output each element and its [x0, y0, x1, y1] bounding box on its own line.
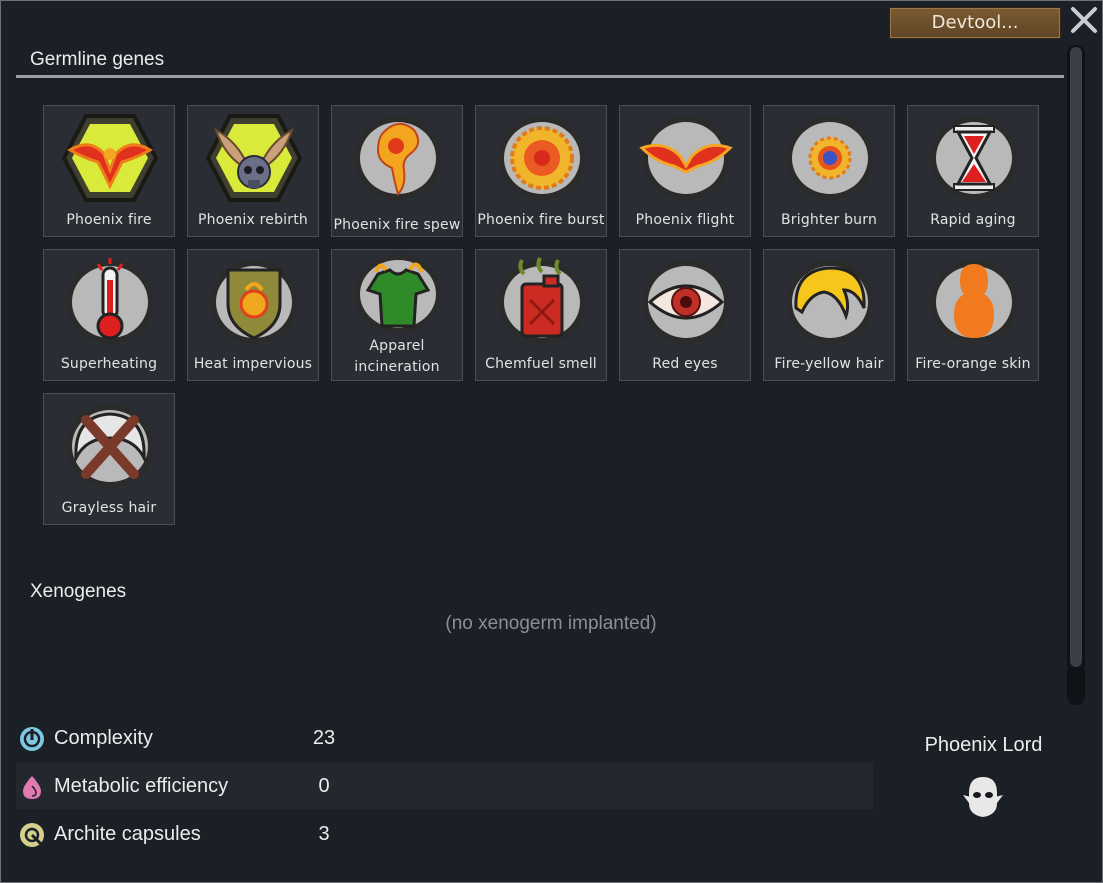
gene-label: Red eyes: [652, 356, 718, 372]
burning-shirt-icon: [354, 254, 442, 334]
gene-label: Phoenix fire: [66, 212, 152, 228]
gene-label: Fire-orange skin: [915, 356, 1031, 372]
gene-tile-superheating[interactable]: Superheating: [43, 249, 175, 381]
gene-label: Fire-yellow hair: [774, 356, 884, 372]
gene-tile-phoenix-rebirth[interactable]: Phoenix rebirth: [187, 105, 319, 237]
gene-label: Phoenix fire spew: [333, 217, 461, 233]
grayless-hair-icon: [66, 404, 154, 488]
gene-label: Rapid aging: [930, 212, 1016, 228]
heat-shield-icon: [210, 260, 298, 344]
gene-tile-phoenix-fire-spew[interactable]: Phoenix fire spew: [331, 105, 463, 237]
gene-tile-heat-impervious[interactable]: Heat impervious: [187, 249, 319, 381]
gene-label: Phoenix flight: [635, 212, 735, 228]
fuel-can-icon: [498, 257, 586, 344]
xenogenes-empty-text: (no xenogerm implanted): [445, 613, 657, 634]
section-divider: [16, 75, 1064, 78]
gene-tile-phoenix-flight[interactable]: Phoenix flight: [619, 105, 751, 237]
fire-burst-icon: [498, 116, 586, 200]
stat-value: 0: [318, 775, 330, 797]
stat-row-archite-capsules: Archite capsules 3: [16, 811, 873, 857]
red-eye-icon: [642, 260, 730, 344]
hourglass-icon: [930, 116, 1018, 200]
gene-tile-fire-orange-skin[interactable]: Fire-orange skin: [907, 249, 1039, 381]
gene-tile-fire-yellow-hair[interactable]: Fire-yellow hair: [763, 249, 895, 381]
gene-tile-rapid-aging[interactable]: Rapid aging: [907, 105, 1039, 237]
gene-tile-chemfuel-smell[interactable]: Chemfuel smell: [475, 249, 607, 381]
devtool-button[interactable]: Devtool...: [889, 7, 1061, 39]
gene-tile-phoenix-fire-burst[interactable]: Phoenix fire burst: [475, 105, 607, 237]
xenotype-icon: [963, 777, 1003, 817]
brighter-burn-icon: [786, 116, 874, 200]
metabolism-icon: [23, 776, 41, 799]
close-icon[interactable]: [1069, 5, 1099, 35]
gene-label: Chemfuel smell: [485, 356, 597, 372]
stat-row-complexity: Complexity 23: [16, 715, 873, 761]
scrollbar-thumb[interactable]: [1070, 47, 1082, 667]
archite-icon: [20, 823, 44, 847]
stat-value: 3: [318, 823, 330, 845]
stat-name: Metabolic efficiency: [54, 775, 229, 797]
xenogenes-section-title: Xenogenes: [30, 581, 127, 602]
stat-name: Complexity: [54, 727, 153, 749]
xenotype-name: Phoenix Lord: [924, 734, 1043, 756]
orange-skin-icon: [930, 260, 1018, 344]
gene-label: Grayless hair: [61, 500, 157, 516]
gene-label: Phoenix rebirth: [198, 212, 308, 228]
yellow-hair-icon: [786, 260, 874, 344]
stat-name: Archite capsules: [54, 823, 201, 845]
gene-label: Brighter burn: [780, 212, 878, 228]
gene-label: Superheating: [60, 356, 158, 372]
gene-label: Phoenix fire burst: [477, 212, 605, 228]
stat-value: 23: [312, 727, 336, 749]
gene-tile-grayless-hair[interactable]: Grayless hair: [43, 393, 175, 525]
complexity-icon: [20, 727, 44, 751]
gene-label: Apparel incineration: [354, 338, 440, 375]
gene-tile-apparel-incineration[interactable]: Apparel incineration: [331, 249, 463, 381]
germline-section-title: Germline genes: [30, 49, 165, 70]
phoenix-rebirth-icon: [205, 114, 303, 202]
thermometer-icon: [66, 258, 154, 344]
fire-spew-icon: [354, 116, 442, 200]
gene-tile-phoenix-fire[interactable]: Phoenix fire: [43, 105, 175, 237]
phoenix-flight-icon: [639, 116, 733, 200]
stat-row-metabolic-efficiency: Metabolic efficiency 0: [16, 763, 873, 809]
gene-label: Heat impervious: [193, 356, 313, 372]
phoenix-fire-icon: [61, 114, 159, 202]
gene-window: Devtool... Germline genes Phoenix fire P…: [0, 0, 1103, 883]
gene-tile-brighter-burn[interactable]: Brighter burn: [763, 105, 895, 237]
gene-tile-red-eyes[interactable]: Red eyes: [619, 249, 751, 381]
